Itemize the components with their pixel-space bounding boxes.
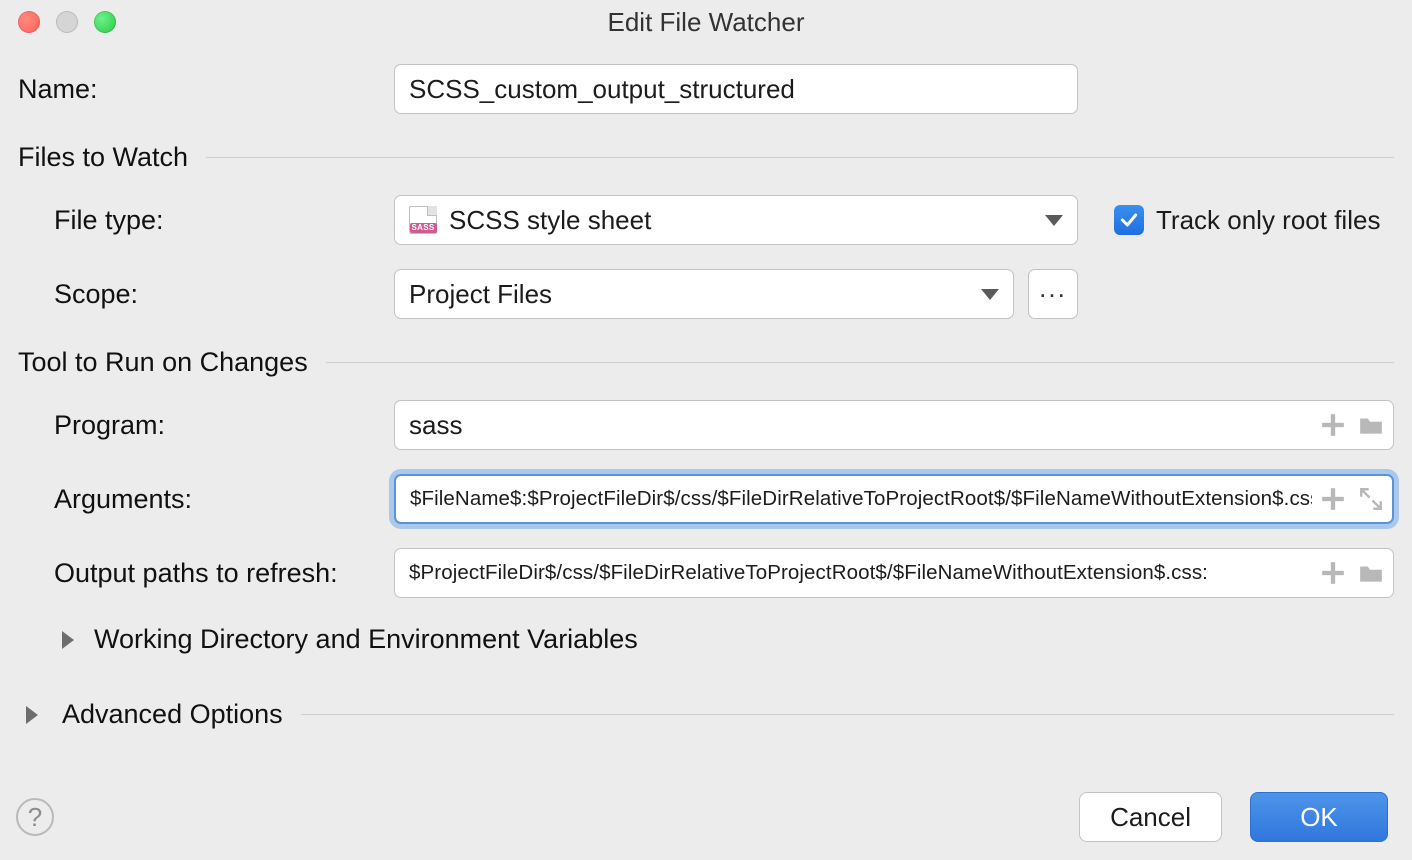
name-input[interactable] (394, 64, 1078, 114)
ok-button[interactable]: OK (1250, 792, 1388, 842)
scope-value: Project Files (409, 279, 552, 310)
expand-field-icon[interactable] (1358, 486, 1384, 512)
chevron-down-icon (981, 289, 999, 300)
titlebar: Edit File Watcher (0, 0, 1412, 44)
file-type-value: SCSS style sheet (449, 205, 651, 236)
file-type-label: File type: (54, 205, 394, 236)
track-root-label: Track only root files (1156, 205, 1380, 236)
sass-file-icon: SASS (409, 206, 437, 234)
divider (206, 157, 1394, 158)
close-window-button[interactable] (18, 11, 40, 33)
output-paths-input[interactable] (394, 548, 1394, 598)
minimize-window-button[interactable] (56, 11, 78, 33)
chevron-right-icon (62, 631, 74, 649)
working-env-disclosure[interactable]: Working Directory and Environment Variab… (62, 624, 1394, 655)
window-title: Edit File Watcher (0, 7, 1412, 38)
section-tool-to-run: Tool to Run on Changes (18, 347, 1394, 378)
browse-folder-icon[interactable] (1358, 560, 1384, 586)
insert-macro-icon[interactable] (1320, 560, 1346, 586)
chevron-down-icon (1045, 215, 1063, 226)
arguments-label: Arguments: (54, 484, 394, 515)
working-env-label: Working Directory and Environment Variab… (94, 624, 638, 655)
divider (326, 362, 1394, 363)
cancel-button[interactable]: Cancel (1079, 792, 1222, 842)
section-files-to-watch: Files to Watch (18, 142, 1394, 173)
window-controls (18, 11, 116, 33)
insert-macro-icon[interactable] (1320, 486, 1346, 512)
arguments-input[interactable] (394, 474, 1394, 524)
program-input[interactable] (394, 400, 1394, 450)
name-label: Name: (18, 74, 394, 105)
browse-folder-icon[interactable] (1358, 412, 1384, 438)
dialog-button-bar: ? Cancel OK (0, 774, 1412, 860)
file-type-select[interactable]: SASS SCSS style sheet (394, 195, 1078, 245)
divider (301, 714, 1394, 715)
output-paths-label: Output paths to refresh: (54, 558, 394, 589)
chevron-right-icon (26, 706, 38, 724)
program-label: Program: (54, 410, 394, 441)
maximize-window-button[interactable] (94, 11, 116, 33)
scope-select[interactable]: Project Files (394, 269, 1014, 319)
scope-label: Scope: (54, 279, 394, 310)
track-root-checkbox[interactable] (1114, 205, 1144, 235)
section-advanced-options[interactable]: Advanced Options (26, 699, 1394, 730)
help-button[interactable]: ? (16, 798, 54, 836)
insert-macro-icon[interactable] (1320, 412, 1346, 438)
section-files-to-watch-label: Files to Watch (18, 142, 188, 173)
section-advanced-label: Advanced Options (62, 699, 283, 730)
scope-browse-button[interactable]: ... (1028, 269, 1078, 319)
section-tool-to-run-label: Tool to Run on Changes (18, 347, 308, 378)
